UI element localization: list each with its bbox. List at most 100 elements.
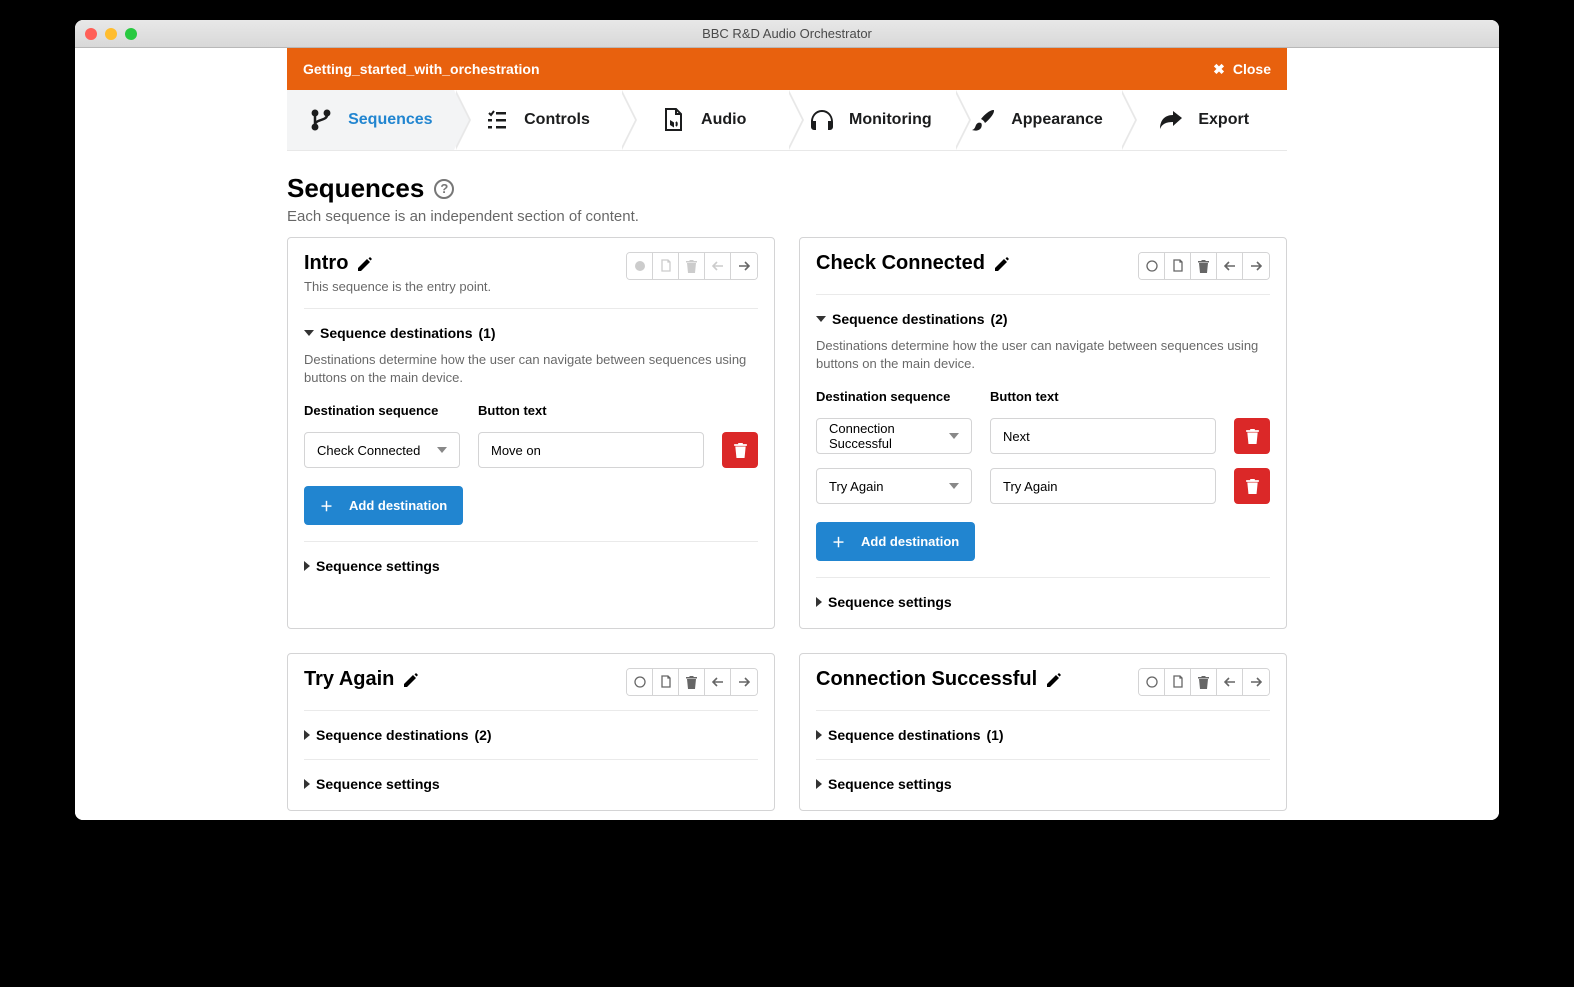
destination-row: Connection Successful bbox=[816, 418, 1270, 454]
sequence-card-check-connected: Check Connected bbox=[799, 237, 1287, 629]
sequence-card-connection-successful: Connection Successful bbox=[799, 653, 1287, 811]
plus-icon: ＋ bbox=[832, 532, 845, 551]
tab-label: Controls bbox=[524, 111, 590, 129]
delete-button[interactable] bbox=[679, 253, 705, 279]
button-text-input[interactable] bbox=[478, 432, 704, 468]
tab-controls[interactable]: Controls bbox=[454, 90, 621, 150]
card-action-bar bbox=[626, 668, 758, 696]
window-close-icon[interactable] bbox=[85, 28, 97, 40]
edit-icon[interactable] bbox=[356, 255, 374, 273]
card-action-bar bbox=[1138, 668, 1270, 696]
duplicate-button[interactable] bbox=[1165, 253, 1191, 279]
entry-point-button[interactable] bbox=[627, 669, 653, 695]
move-left-button[interactable] bbox=[1217, 253, 1243, 279]
tab-label: Monitoring bbox=[849, 111, 932, 129]
delete-button[interactable] bbox=[1191, 669, 1217, 695]
delete-button[interactable] bbox=[1191, 253, 1217, 279]
delete-button[interactable] bbox=[679, 669, 705, 695]
window-maximize-icon[interactable] bbox=[125, 28, 137, 40]
section-label: Sequence destinations bbox=[832, 311, 984, 327]
caret-right-icon bbox=[304, 779, 310, 789]
dest-count: (2) bbox=[474, 727, 491, 743]
col-dest-sequence: Destination sequence bbox=[816, 389, 972, 404]
add-destination-button[interactable]: ＋ Add destination bbox=[304, 486, 463, 525]
section-label: Sequence destinations bbox=[828, 727, 980, 743]
app-body: Getting_started_with_orchestration ✖ Clo… bbox=[75, 48, 1499, 820]
duplicate-button[interactable] bbox=[1165, 669, 1191, 695]
settings-toggle[interactable]: Sequence settings bbox=[816, 776, 1270, 792]
caret-right-icon bbox=[304, 561, 310, 571]
destinations-toggle[interactable]: Sequence destinations (2) bbox=[816, 311, 1270, 327]
tab-appearance[interactable]: Appearance bbox=[954, 90, 1121, 150]
button-text-input[interactable] bbox=[990, 418, 1216, 454]
section-label: Sequence destinations bbox=[316, 727, 468, 743]
tab-export[interactable]: Export bbox=[1120, 90, 1287, 150]
move-left-button[interactable] bbox=[1217, 669, 1243, 695]
move-left-button[interactable] bbox=[705, 669, 731, 695]
caret-right-icon bbox=[816, 779, 822, 789]
sequence-card-intro: Intro This sequence is the entry point. bbox=[287, 237, 775, 629]
section-label: Sequence settings bbox=[316, 776, 440, 792]
page-title: Sequences bbox=[287, 173, 424, 204]
move-right-button[interactable] bbox=[731, 669, 757, 695]
settings-toggle[interactable]: Sequence settings bbox=[304, 776, 758, 792]
settings-toggle[interactable]: Sequence settings bbox=[816, 594, 1270, 610]
traffic-lights bbox=[85, 28, 137, 40]
delete-destination-button[interactable] bbox=[1234, 468, 1270, 504]
chevron-down-icon bbox=[949, 433, 959, 439]
delete-destination-button[interactable] bbox=[1234, 418, 1270, 454]
entry-point-button[interactable] bbox=[1139, 669, 1165, 695]
move-left-button[interactable] bbox=[705, 253, 731, 279]
delete-destination-button[interactable] bbox=[722, 432, 758, 468]
edit-icon[interactable] bbox=[1045, 671, 1063, 689]
close-project-button[interactable]: ✖ Close bbox=[1213, 61, 1271, 78]
dest-sequence-select[interactable]: Connection Successful bbox=[816, 418, 972, 454]
col-dest-sequence: Destination sequence bbox=[304, 403, 460, 418]
destinations-toggle[interactable]: Sequence destinations (1) bbox=[816, 727, 1270, 743]
tab-label: Appearance bbox=[1011, 111, 1103, 129]
dest-sequence-select[interactable]: Try Again bbox=[816, 468, 972, 504]
dest-count: (1) bbox=[986, 727, 1003, 743]
caret-down-icon bbox=[304, 330, 314, 336]
select-value: Try Again bbox=[829, 479, 883, 494]
move-right-button[interactable] bbox=[731, 253, 757, 279]
move-right-button[interactable] bbox=[1243, 253, 1269, 279]
destinations-toggle[interactable]: Sequence destinations (1) bbox=[304, 325, 758, 341]
card-title: Intro bbox=[304, 252, 348, 275]
edit-icon[interactable] bbox=[993, 255, 1011, 273]
select-value: Connection Successful bbox=[829, 421, 949, 451]
dest-count: (1) bbox=[478, 325, 495, 341]
dest-count: (2) bbox=[990, 311, 1007, 327]
close-label: Close bbox=[1233, 61, 1271, 77]
destination-row: Try Again bbox=[816, 468, 1270, 504]
tab-monitoring[interactable]: Monitoring bbox=[787, 90, 954, 150]
entry-point-button[interactable] bbox=[627, 253, 653, 279]
edit-icon[interactable] bbox=[402, 671, 420, 689]
sequence-card-try-again: Try Again bbox=[287, 653, 775, 811]
duplicate-button[interactable] bbox=[653, 669, 679, 695]
window-minimize-icon[interactable] bbox=[105, 28, 117, 40]
dest-sequence-select[interactable]: Check Connected bbox=[304, 432, 460, 468]
headphones-icon bbox=[809, 107, 835, 133]
paint-brush-icon bbox=[971, 107, 997, 133]
project-name: Getting_started_with_orchestration bbox=[303, 61, 540, 77]
tab-audio[interactable]: Audio bbox=[620, 90, 787, 150]
tab-label: Sequences bbox=[348, 111, 432, 129]
tab-label: Export bbox=[1198, 111, 1249, 129]
move-right-button[interactable] bbox=[1243, 669, 1269, 695]
button-text-input[interactable] bbox=[990, 468, 1216, 504]
col-button-text: Button text bbox=[990, 389, 1059, 404]
help-icon[interactable]: ? bbox=[434, 179, 454, 199]
tab-sequences[interactable]: Sequences bbox=[287, 90, 454, 150]
settings-toggle[interactable]: Sequence settings bbox=[304, 558, 758, 574]
caret-right-icon bbox=[816, 597, 822, 607]
duplicate-button[interactable] bbox=[653, 253, 679, 279]
file-audio-icon bbox=[661, 107, 687, 133]
card-action-bar bbox=[1138, 252, 1270, 280]
entry-point-button[interactable] bbox=[1139, 253, 1165, 279]
col-button-text: Button text bbox=[478, 403, 547, 418]
add-destination-button[interactable]: ＋ Add destination bbox=[816, 522, 975, 561]
destinations-toggle[interactable]: Sequence destinations (2) bbox=[304, 727, 758, 743]
caret-down-icon bbox=[816, 316, 826, 322]
section-label: Sequence settings bbox=[828, 776, 952, 792]
